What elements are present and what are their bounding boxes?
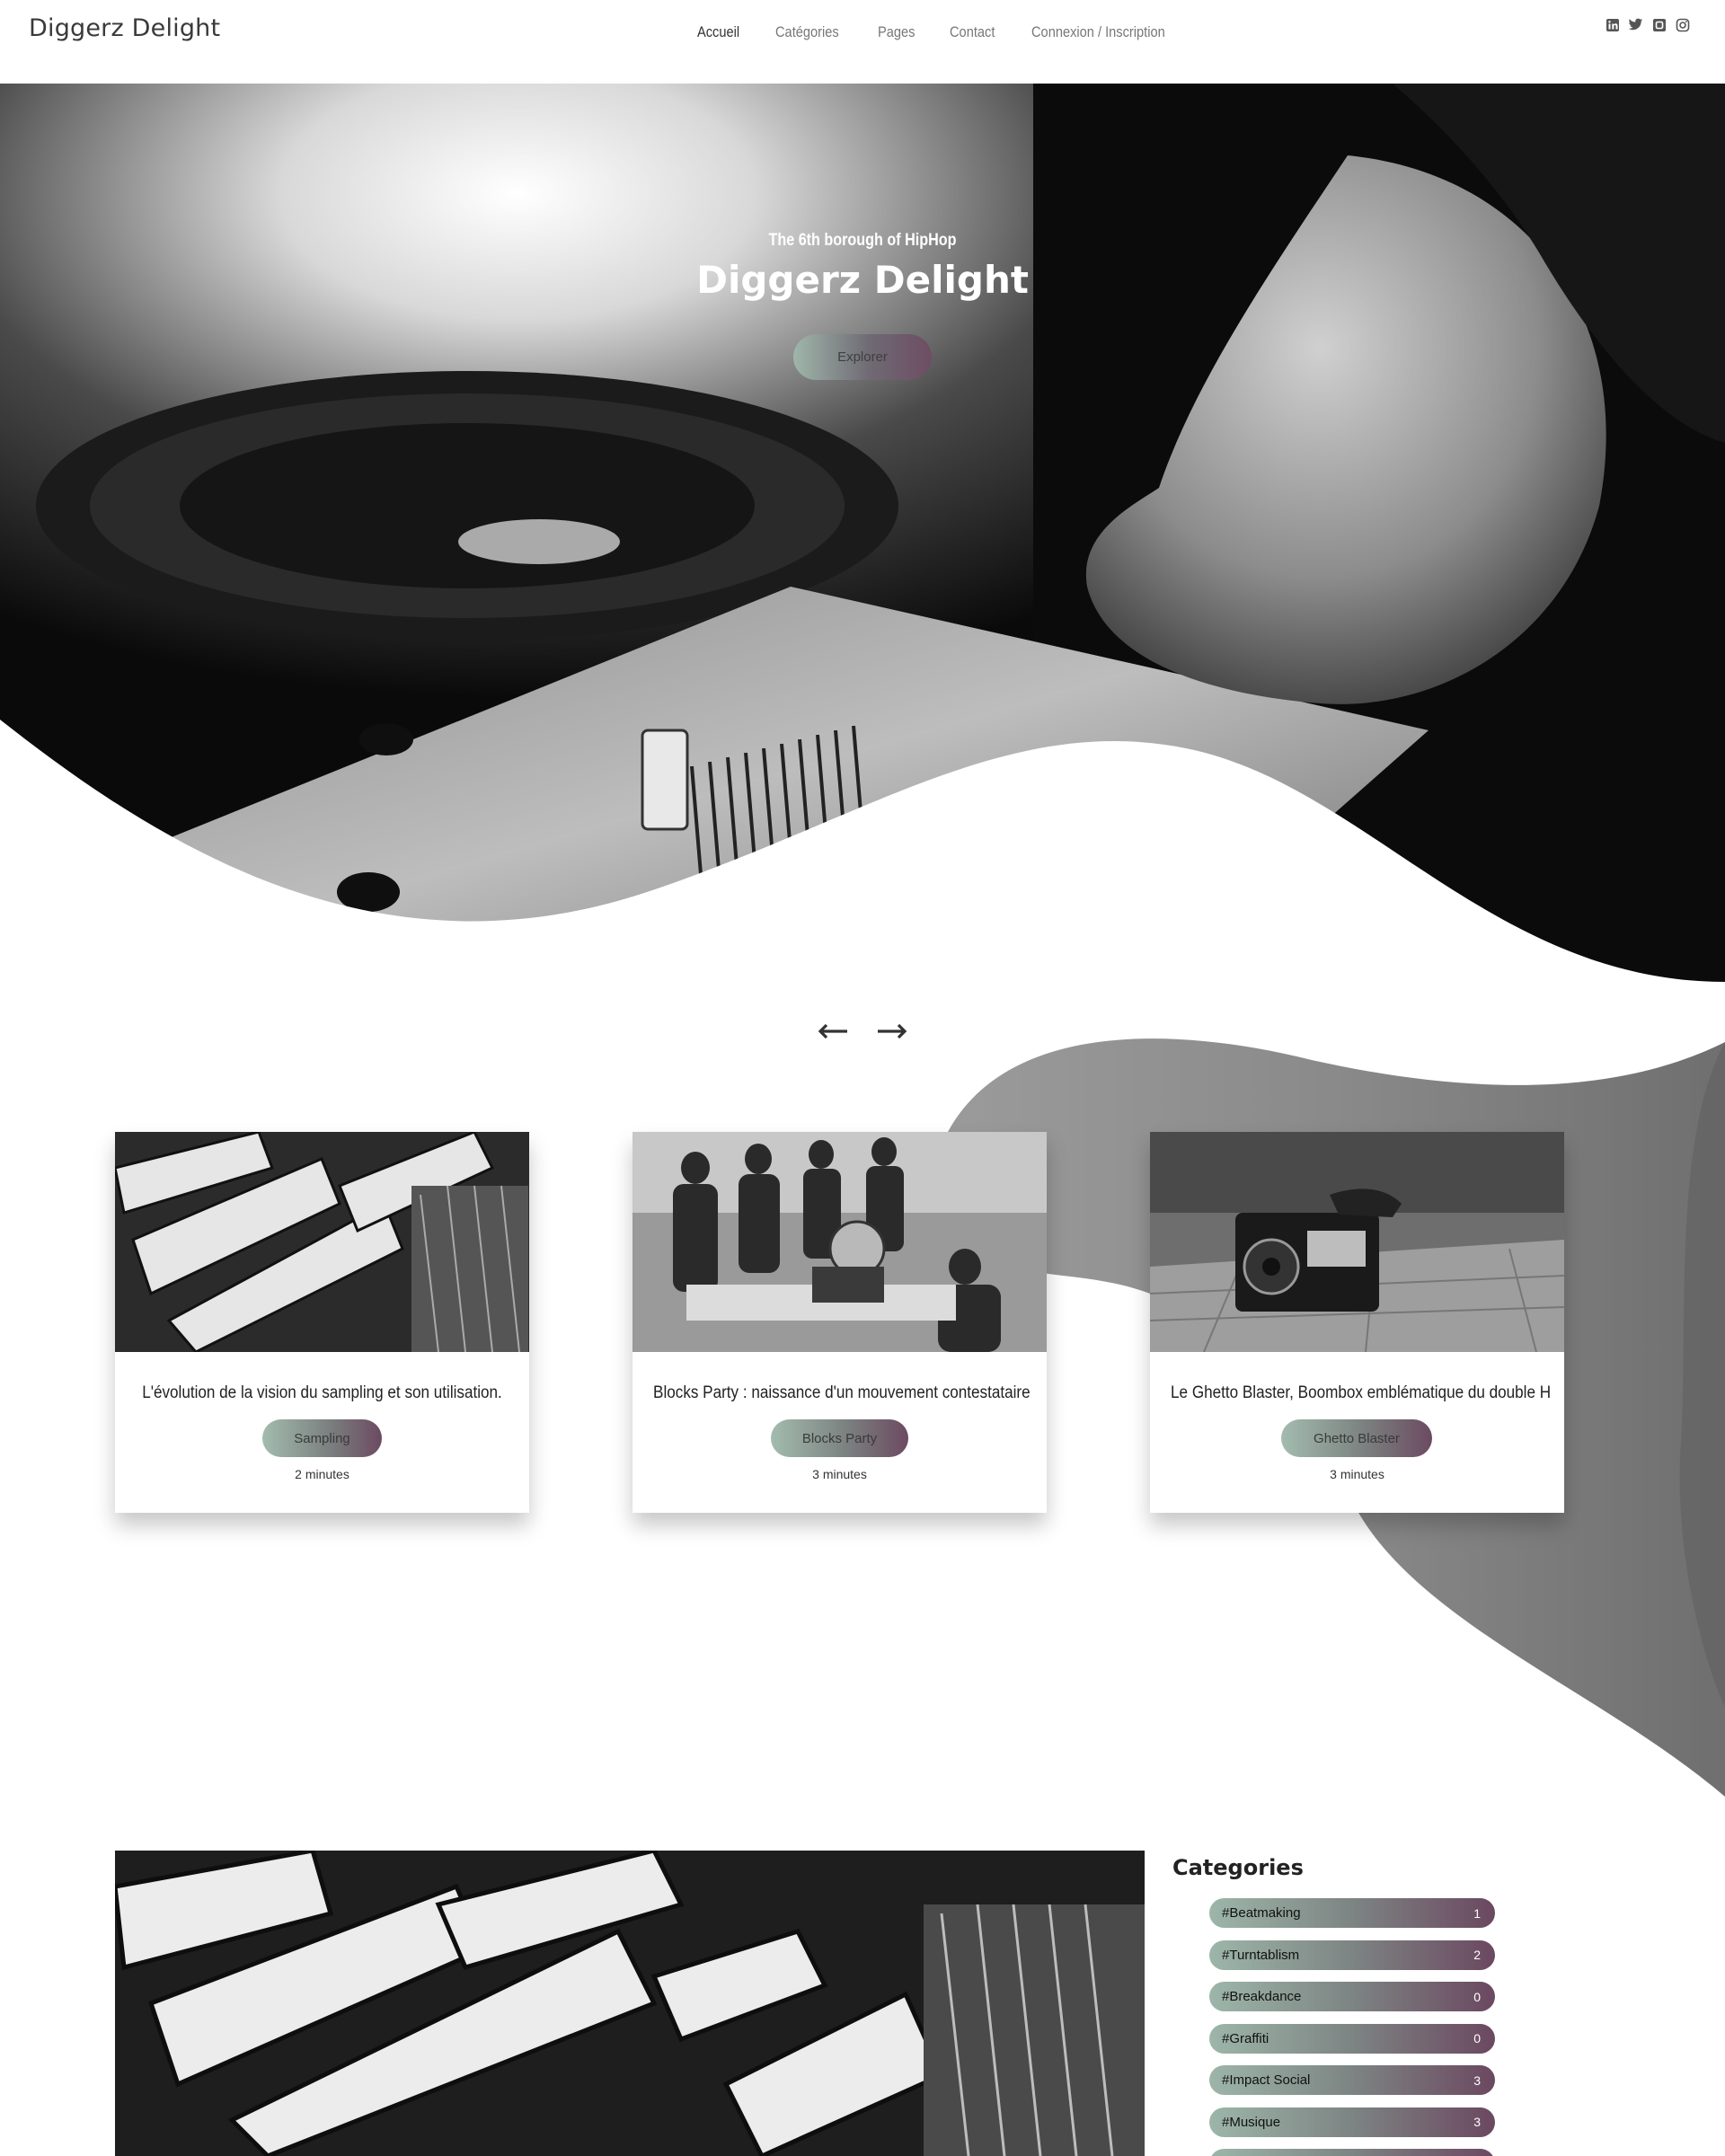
nav-item-accueil[interactable]: Accueil [697, 23, 739, 41]
card-title[interactable]: L'évolution de la vision du sampling et … [136, 1383, 509, 1403]
featured-article-image[interactable] [115, 1851, 1145, 2156]
category-partial[interactable] [1209, 2149, 1495, 2156]
article-card-blocks-party[interactable]: Blocks Party : naissance d'un mouvement … [632, 1132, 1047, 1513]
category-label: #Musique [1222, 2114, 1281, 2130]
category-beatmaking[interactable]: #Beatmaking 1 [1209, 1898, 1495, 1928]
category-label: #Graffiti [1222, 2030, 1269, 2046]
category-count: 2 [1473, 1948, 1481, 1962]
hero-section: The 6th borough of HipHop Diggerz Deligh… [0, 84, 1725, 1000]
nav-item-contact[interactable]: Contact [950, 23, 995, 41]
arrow-right-icon [878, 1023, 907, 1039]
article-card-sampling[interactable]: L'évolution de la vision du sampling et … [115, 1132, 529, 1513]
twitter-icon[interactable] [1628, 17, 1643, 32]
card-tag[interactable]: Blocks Party [771, 1419, 908, 1457]
category-count: 0 [1473, 2031, 1481, 2046]
nav-item-login[interactable]: Connexion / Inscription [1031, 23, 1165, 41]
slider-next-button[interactable] [874, 1015, 910, 1047]
category-turntablism[interactable]: #Turntablism 2 [1209, 1940, 1495, 1970]
category-count: 3 [1473, 2072, 1481, 2088]
nav-item-pages[interactable]: Pages [878, 23, 915, 41]
main-nav: Accueil Catégories Pages Contact Connexi… [697, 23, 1187, 41]
category-breakdance[interactable]: #Breakdance 0 [1209, 1982, 1495, 2011]
hero-tagline: The 6th borough of HipHop [768, 231, 957, 250]
categories-list: #Beatmaking 1 #Turntablism 2 #Breakdance 0 … [1209, 1898, 1495, 2156]
category-impact-social[interactable]: #Impact Social 3 [1209, 2065, 1495, 2095]
category-label: #Turntablism [1222, 1947, 1300, 1963]
category-count: 0 [1473, 1989, 1481, 2004]
explore-button[interactable]: Explorer [793, 334, 932, 380]
social-links [1605, 17, 1690, 32]
card-image-records [115, 1132, 529, 1352]
category-graffiti[interactable]: #Graffiti 0 [1209, 2023, 1495, 2054]
category-musique[interactable]: #Musique 3 [1209, 2107, 1495, 2137]
card-tag[interactable]: Sampling [262, 1419, 382, 1457]
category-count: 3 [1473, 2115, 1481, 2129]
category-label: #Breakdance [1222, 1989, 1302, 2004]
card-title[interactable]: Le Ghetto Blaster, Boombox emblématique … [1171, 1383, 1551, 1403]
instagram-icon[interactable] [1675, 17, 1690, 32]
site-logo[interactable]: Diggerz Delight [29, 14, 220, 42]
article-card-ghetto-blaster[interactable]: Le Ghetto Blaster, Boombox emblématique … [1150, 1132, 1564, 1513]
card-title[interactable]: Blocks Party : naissance d'un mouvement … [653, 1383, 1031, 1403]
card-tag[interactable]: Ghetto Blaster [1281, 1419, 1432, 1457]
arrow-left-icon [818, 1023, 847, 1039]
category-count: 1 [1473, 1905, 1481, 1921]
site-header: Diggerz Delight Accueil Catégories Pages… [0, 0, 1725, 84]
card-read-time: 3 minutes [1330, 1467, 1384, 1481]
facebook-square-icon[interactable] [1651, 17, 1667, 32]
card-image-boombox [1150, 1132, 1564, 1352]
card-image-block-party [632, 1132, 1047, 1352]
hero-title: Diggerz Delight [696, 258, 1029, 302]
linkedin-icon[interactable] [1605, 17, 1620, 32]
slider-prev-button[interactable] [815, 1015, 851, 1047]
category-label: #Impact Social [1222, 2072, 1311, 2088]
category-label: #Beatmaking [1222, 1905, 1301, 1921]
card-read-time: 3 minutes [812, 1467, 867, 1481]
nav-item-categories[interactable]: Catégories [775, 23, 839, 41]
categories-title: Categories [1172, 1855, 1304, 1880]
card-read-time: 2 minutes [295, 1467, 349, 1481]
hero-turntable-image [0, 84, 1725, 1000]
